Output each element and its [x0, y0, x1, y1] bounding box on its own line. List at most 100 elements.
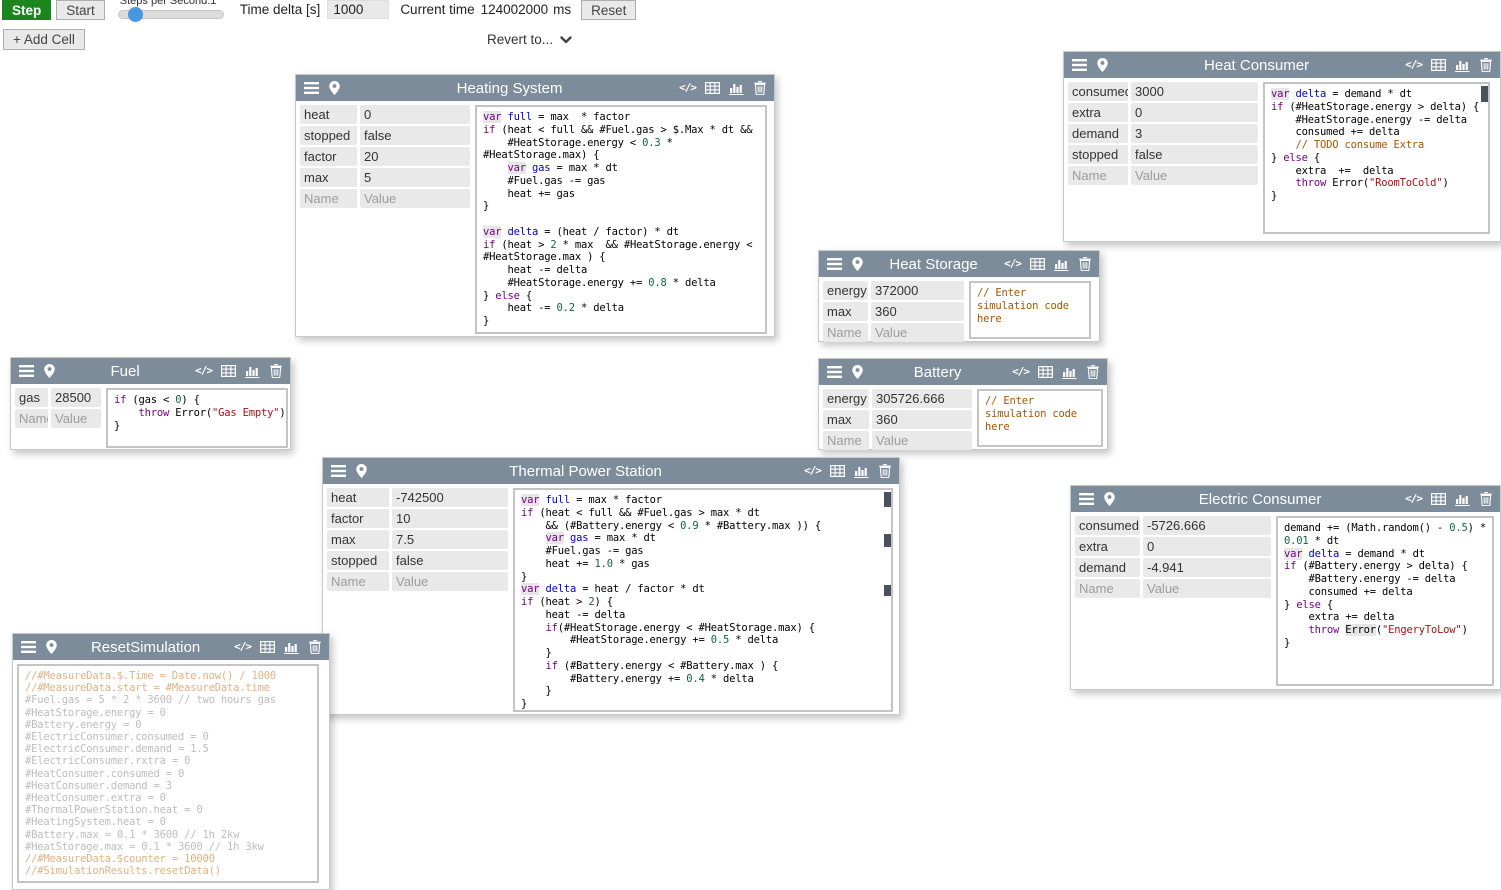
chart-view-icon[interactable] — [1062, 366, 1078, 379]
var-value-cell[interactable]: 3000 — [1131, 82, 1258, 101]
delete-cell-icon[interactable] — [1480, 492, 1492, 506]
var-value-cell[interactable]: 305726.666 — [872, 389, 972, 408]
code-view-icon[interactable]: </> — [234, 641, 251, 653]
table-view-icon[interactable] — [1431, 493, 1446, 505]
menu-icon[interactable] — [1072, 59, 1087, 71]
var-value-cell[interactable]: Value — [1131, 166, 1258, 185]
var-name-cell[interactable]: stopped — [300, 126, 357, 145]
chart-view-icon[interactable] — [1054, 258, 1070, 271]
var-value-cell[interactable]: 10 — [392, 509, 508, 528]
var-value-cell[interactable]: 0 — [1131, 103, 1258, 122]
pin-icon[interactable] — [329, 81, 340, 95]
var-name-cell[interactable]: demand — [1075, 558, 1140, 577]
var-name-cell[interactable]: demand — [1068, 124, 1128, 143]
var-name-cell[interactable]: max — [823, 410, 869, 429]
var-value-cell[interactable]: 3 — [1131, 124, 1258, 143]
var-value-cell[interactable]: Value — [1143, 579, 1271, 598]
menu-icon[interactable] — [1079, 493, 1094, 505]
var-value-cell[interactable]: Value — [392, 572, 508, 591]
var-value-cell[interactable]: 360 — [871, 302, 964, 321]
var-value-cell[interactable]: 0 — [360, 105, 470, 124]
var-name-cell[interactable]: Name — [300, 189, 357, 208]
panel-header[interactable]: Electric Consumer</> — [1071, 486, 1500, 512]
revert-dropdown[interactable]: Revert to... — [487, 32, 572, 47]
chart-view-icon[interactable] — [729, 82, 745, 95]
chart-view-icon[interactable] — [1455, 493, 1471, 506]
var-value-cell[interactable]: false — [1131, 145, 1258, 164]
var-name-cell[interactable]: max — [823, 302, 868, 321]
var-name-cell[interactable]: factor — [300, 147, 357, 166]
var-value-cell[interactable]: 7.5 — [392, 530, 508, 549]
table-view-icon[interactable] — [1431, 59, 1446, 71]
var-value-cell[interactable]: 0 — [1143, 537, 1271, 556]
menu-icon[interactable] — [827, 366, 842, 378]
var-value-cell[interactable]: 20 — [360, 147, 470, 166]
var-name-cell[interactable]: Name — [1068, 166, 1128, 185]
chart-view-icon[interactable] — [284, 641, 300, 654]
var-name-cell[interactable]: consumed — [1075, 516, 1140, 535]
start-button[interactable]: Start — [56, 0, 105, 20]
steps-per-second-slider[interactable] — [118, 10, 224, 19]
code-view-icon[interactable]: </> — [1405, 59, 1422, 71]
menu-icon[interactable] — [304, 82, 319, 94]
delete-cell-icon[interactable] — [879, 464, 891, 478]
code-editor[interactable]: var full = max * factorif (heat < full &… — [475, 105, 767, 334]
code-editor[interactable]: // Enter simulation code here — [969, 281, 1091, 339]
menu-icon[interactable] — [331, 465, 346, 477]
code-view-icon[interactable]: </> — [1012, 366, 1029, 378]
var-value-cell[interactable]: -4.941 — [1143, 558, 1271, 577]
code-editor[interactable]: //#MeasureData.$.Time = Date.now() / 100… — [17, 664, 319, 883]
var-value-cell[interactable]: Value — [871, 323, 964, 342]
var-name-cell[interactable]: factor — [327, 509, 389, 528]
delete-cell-icon[interactable] — [1480, 58, 1492, 72]
reset-button[interactable]: Reset — [581, 0, 636, 20]
var-name-cell[interactable]: stopped — [327, 551, 389, 570]
chart-view-icon[interactable] — [245, 365, 261, 378]
panel-header[interactable]: Heating System</> — [296, 75, 774, 101]
code-editor[interactable]: // Enter simulation code here — [977, 389, 1103, 447]
table-view-icon[interactable] — [221, 365, 236, 377]
var-name-cell[interactable]: max — [327, 530, 389, 549]
var-name-cell[interactable]: Name — [327, 572, 389, 591]
var-name-cell[interactable]: consumed — [1068, 82, 1128, 101]
var-name-cell[interactable]: max — [300, 168, 357, 187]
pin-icon[interactable] — [1097, 58, 1108, 72]
var-name-cell[interactable]: stopped — [1068, 145, 1128, 164]
delete-cell-icon[interactable] — [754, 81, 766, 95]
var-value-cell[interactable]: -742500 — [392, 488, 508, 507]
code-editor[interactable]: var full = max * factorif (heat < full &… — [513, 488, 893, 712]
pin-icon[interactable] — [46, 640, 57, 654]
code-scrollbar-thumb[interactable] — [1481, 86, 1488, 102]
var-name-cell[interactable]: Name — [823, 431, 869, 450]
pin-icon[interactable] — [852, 365, 863, 379]
chart-view-icon[interactable] — [1455, 59, 1471, 72]
var-name-cell[interactable]: Name — [15, 409, 48, 428]
panel-header[interactable]: Heat Storage</> — [819, 251, 1099, 277]
table-view-icon[interactable] — [830, 465, 845, 477]
var-value-cell[interactable]: 28500 — [51, 388, 101, 407]
var-name-cell[interactable]: extra — [1075, 537, 1140, 556]
var-name-cell[interactable]: energy — [823, 389, 869, 408]
var-value-cell[interactable]: 5 — [360, 168, 470, 187]
table-view-icon[interactable] — [260, 641, 275, 653]
panel-header[interactable]: Fuel</> — [11, 358, 290, 384]
delete-cell-icon[interactable] — [1079, 257, 1091, 271]
code-scrollbar-thumb[interactable] — [884, 534, 891, 547]
code-view-icon[interactable]: </> — [1004, 258, 1021, 270]
code-view-icon[interactable]: </> — [195, 365, 212, 377]
var-name-cell[interactable]: energy — [823, 281, 868, 300]
table-view-icon[interactable] — [1038, 366, 1053, 378]
var-value-cell[interactable]: Value — [360, 189, 470, 208]
var-value-cell[interactable]: false — [360, 126, 470, 145]
pin-icon[interactable] — [44, 364, 55, 378]
chart-view-icon[interactable] — [854, 465, 870, 478]
add-cell-button[interactable]: + Add Cell — [3, 29, 85, 50]
var-value-cell[interactable]: false — [392, 551, 508, 570]
slider-thumb[interactable] — [128, 7, 143, 22]
var-value-cell[interactable]: 360 — [872, 410, 972, 429]
var-name-cell[interactable]: Name — [823, 323, 868, 342]
code-editor[interactable]: if (gas < 0) { throw Error("Gas Empty")} — [106, 388, 288, 448]
panel-header[interactable]: Heat Consumer</> — [1064, 52, 1500, 78]
var-value-cell[interactable]: 372000 — [871, 281, 964, 300]
panel-header[interactable]: Thermal Power Station</> — [323, 458, 899, 484]
